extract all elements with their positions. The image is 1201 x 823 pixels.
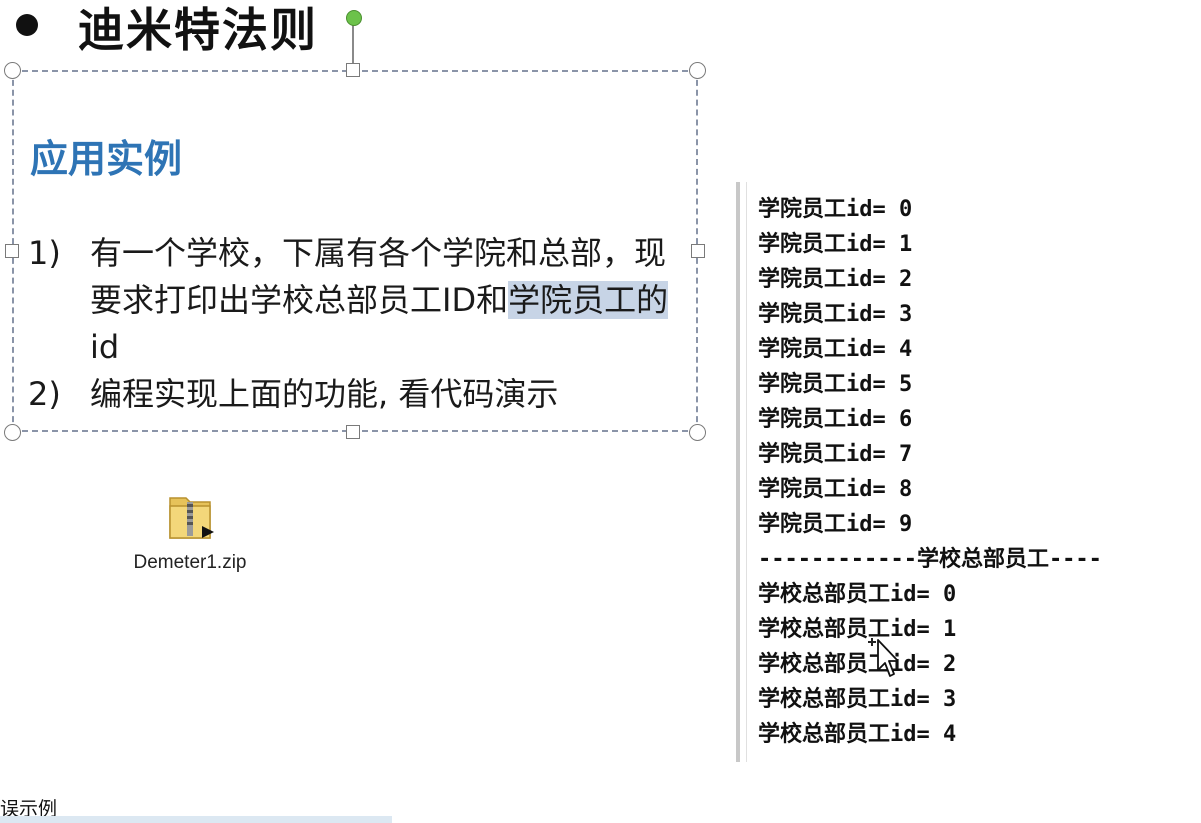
zip-folder-icon (169, 497, 214, 539)
resize-handle-bottom[interactable] (346, 425, 360, 439)
console-line: 学院员工id= 7 (758, 442, 913, 467)
list-item[interactable]: 2) 编程实现上面的功能, 看代码演示 (28, 371, 688, 418)
console-line: 学院员工id= 2 (758, 267, 913, 292)
console-line: 学校总部员工id= 4 (758, 722, 957, 747)
console-line: 学院员工id= 1 (758, 232, 913, 257)
list-number: 2) (28, 375, 61, 413)
console-line: 学院员工id= 5 (758, 372, 913, 397)
console-line: 学院员工id= 4 (758, 337, 913, 362)
list-text-tail: id (90, 328, 120, 366)
section-heading: 应用实例 (30, 137, 183, 181)
console-line: 学院员工id= 9 (758, 512, 913, 537)
list-item[interactable]: 1) 有一个学校，下属有各个学院和总部，现要求打印出学校总部员工ID和学院员工的… (28, 230, 688, 371)
list-text: 编程实现上面的功能, 看代码演示 (90, 375, 559, 413)
console-line: 学院员工id= 6 (758, 407, 913, 432)
desktop-file-demeter1-zip[interactable]: Demeter1.zip (120, 486, 260, 574)
resize-handle-top[interactable] (346, 63, 360, 77)
console-line: 学校总部员工id= 3 (758, 687, 957, 712)
title-bullet (16, 14, 38, 36)
console-line: ------------学校总部员工---- (758, 547, 1102, 572)
console-line: 学校总部员工id= 0 (758, 582, 957, 607)
resize-handle-top-left[interactable] (4, 62, 21, 79)
resize-handle-top-right[interactable] (689, 62, 706, 79)
console-line: 学院员工id= 0 (758, 197, 913, 222)
example-list[interactable]: 1) 有一个学校，下属有各个学院和总部，现要求打印出学校总部员工ID和学院员工的… (28, 230, 688, 418)
console-gutter-line (746, 182, 747, 762)
file-name: Demeter1.zip (133, 552, 247, 573)
resize-handle-right[interactable] (691, 244, 705, 258)
rotate-handle[interactable] (346, 10, 362, 26)
console-line: 学院员工id= 3 (758, 302, 913, 327)
rotate-handle-stem (352, 24, 354, 68)
resize-handle-bottom-right[interactable] (689, 424, 706, 441)
console-lines: 学院员工id= 0 学院员工id= 1 学院员工id= 2 学院员工id= 3 学院员工… (758, 192, 1102, 752)
console-line: 学校总部员工id= 1 (758, 617, 957, 642)
console-output[interactable]: 学院员工id= 0 学院员工id= 1 学院员工id= 2 学院员工id= 3 学院员工… (736, 182, 1201, 762)
footer-strip (0, 816, 392, 823)
list-number: 1) (28, 234, 61, 272)
slide-title: 迪米特法则 (78, 3, 318, 57)
resize-handle-left[interactable] (5, 244, 19, 258)
console-line: 学校总部员工id= 2 (758, 652, 957, 677)
console-line: 学院员工id= 8 (758, 477, 913, 502)
selected-text[interactable]: 学院员工的 (508, 281, 669, 319)
mouse-cursor-icon (868, 638, 898, 677)
console-gutter (736, 182, 740, 762)
resize-handle-bottom-left[interactable] (4, 424, 21, 441)
